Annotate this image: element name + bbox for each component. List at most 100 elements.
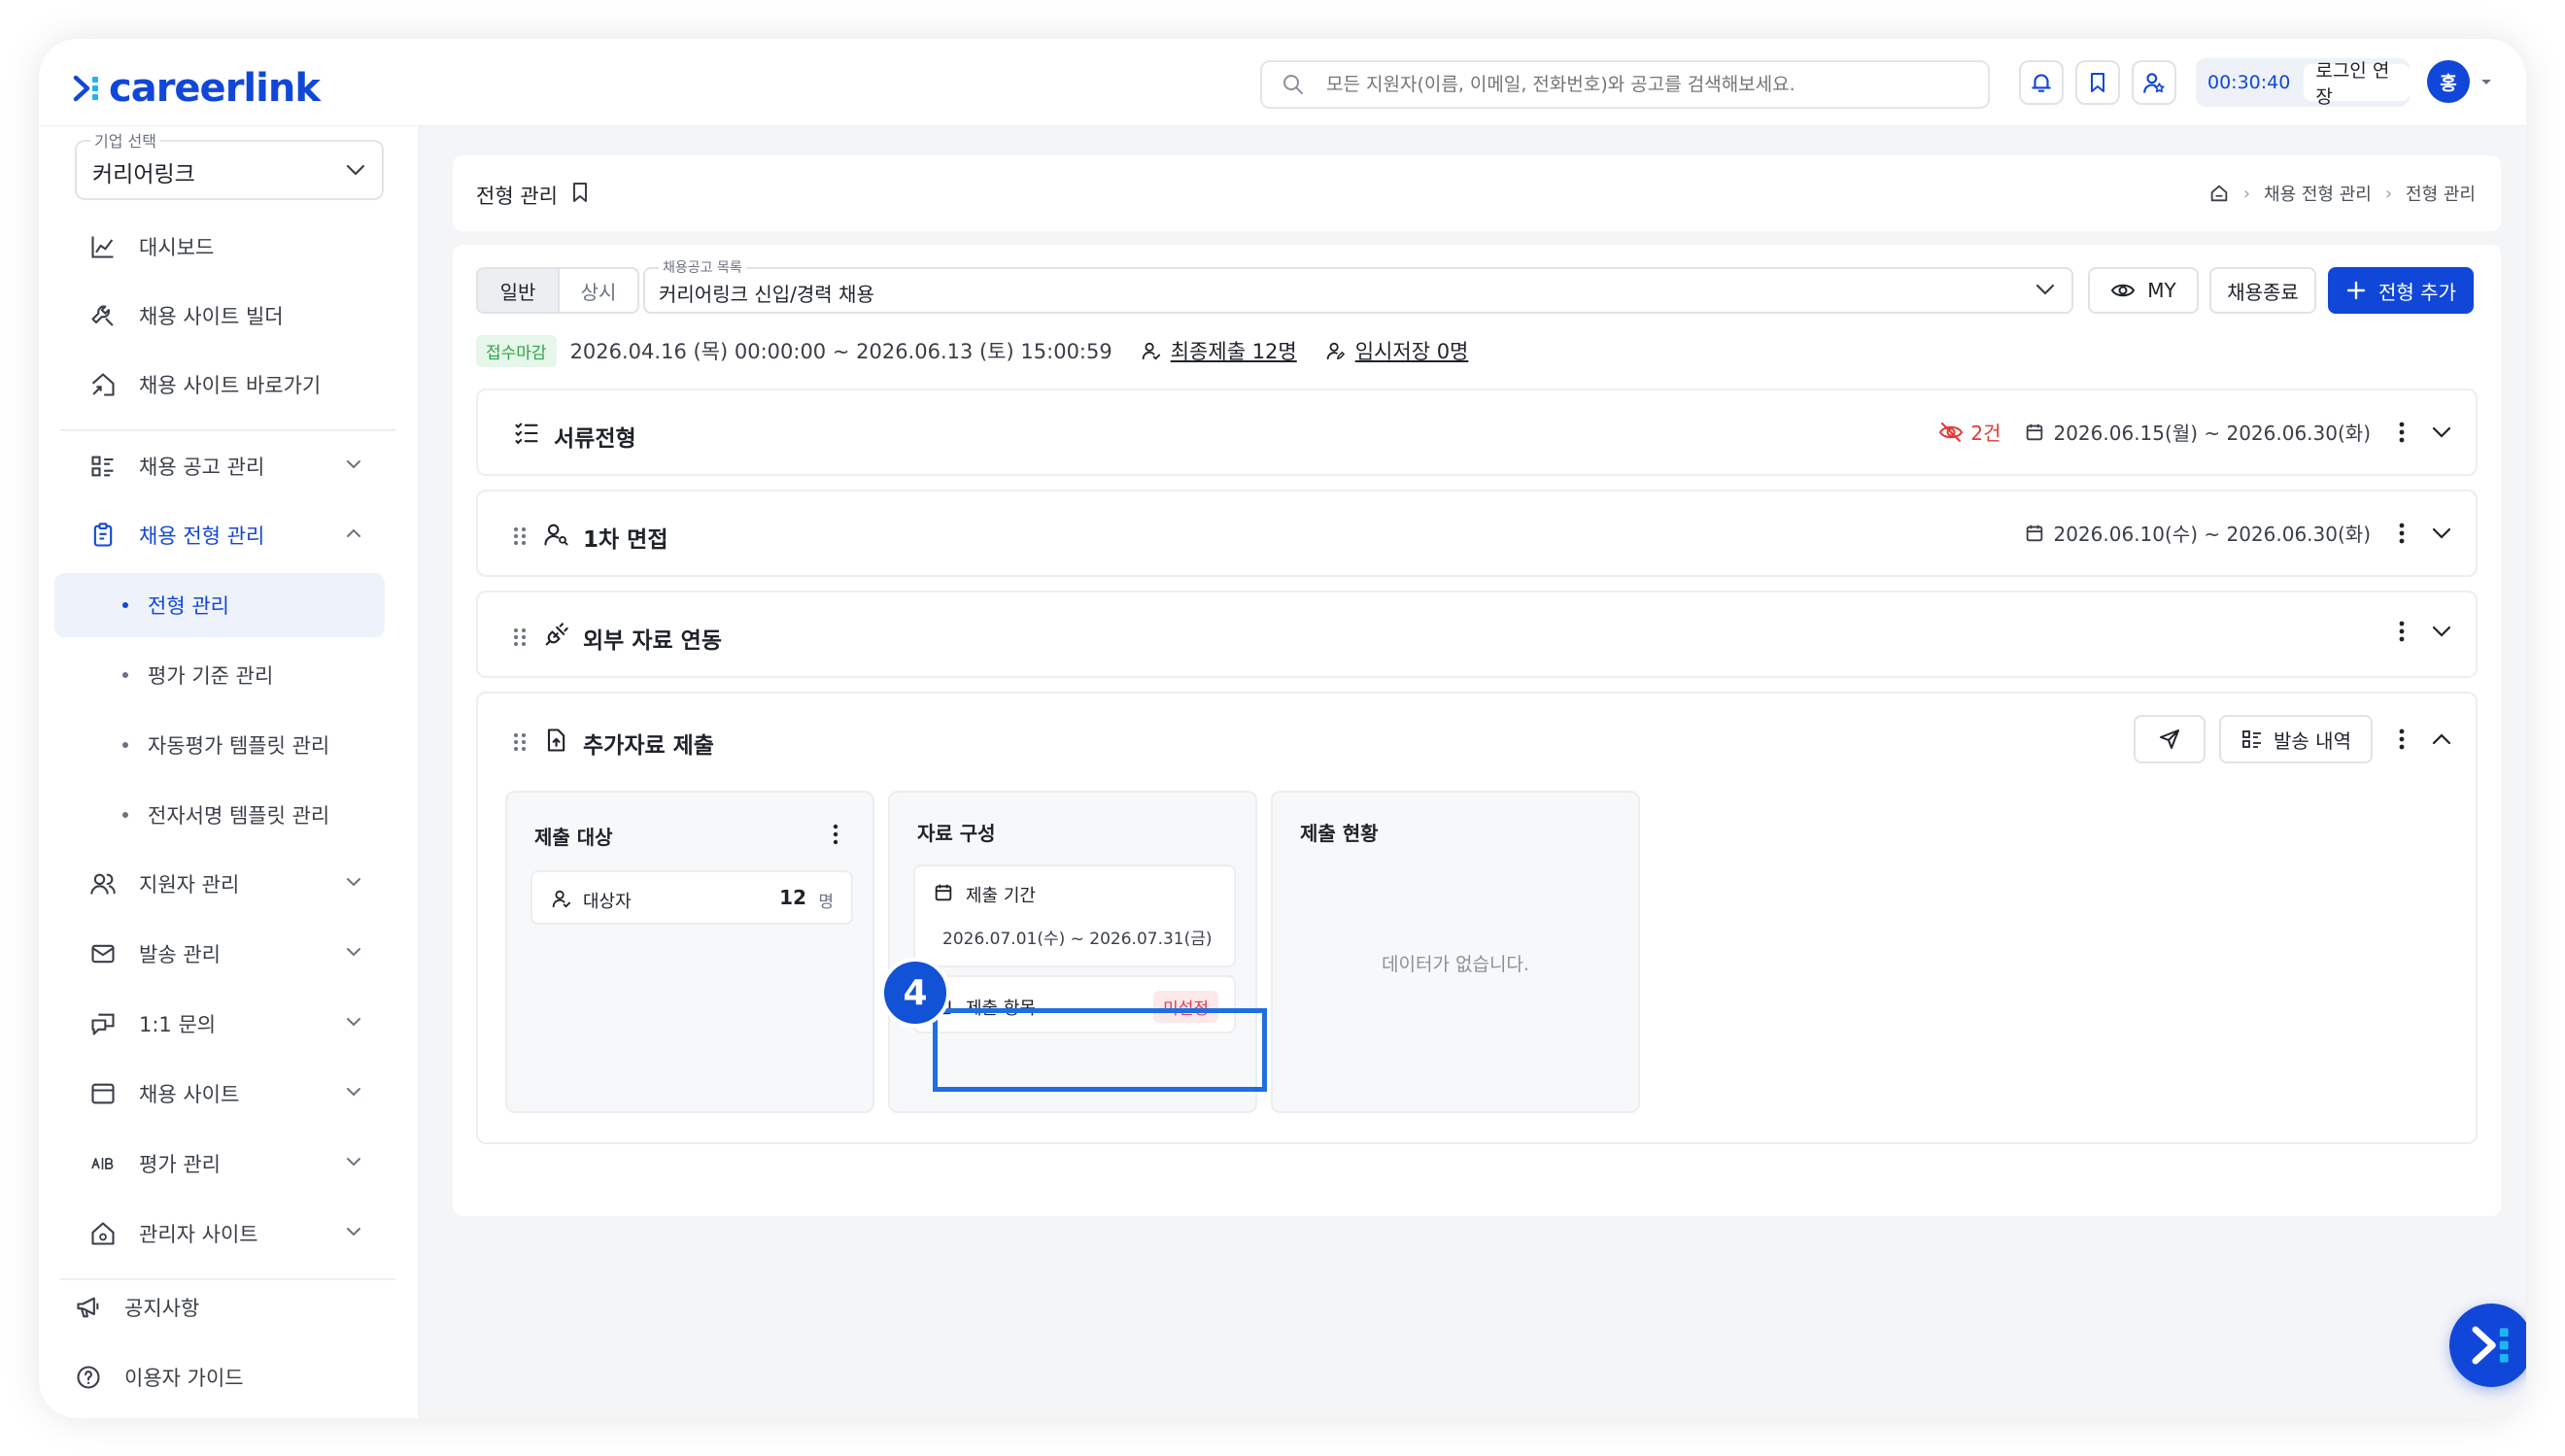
bullet-dot — [122, 672, 128, 678]
bookmark-icon[interactable] — [569, 181, 591, 204]
stage-document-screening[interactable]: 서류전형 2건 2026.06.15(월) ~ 2026.06.30(화) — [476, 389, 2478, 476]
user-settings-button[interactable] — [2132, 60, 2176, 105]
caret-down-icon[interactable] — [2480, 78, 2493, 87]
sidebar: 기업 선택 커리어링크 대시보드 채용 사이트 빌더 채용 사이트 바로가기 채… — [39, 126, 418, 1418]
bookmark-button[interactable] — [2075, 60, 2120, 105]
target-row[interactable]: 대상자 12 명 — [530, 870, 853, 925]
send-icon — [2160, 729, 2179, 749]
plus-icon — [2346, 281, 2366, 300]
sidebar-item-job-posting[interactable]: 채용 공고 관리 — [75, 437, 384, 495]
sidebar-item-notice[interactable]: 공지사항 — [60, 1278, 369, 1337]
breadcrumb-item[interactable]: 채용 전형 관리 — [2264, 181, 2372, 206]
temp-save-link[interactable]: 임시저장 0명 — [1324, 336, 1468, 365]
tools-icon — [86, 299, 120, 332]
sidebar-item-site-builder[interactable]: 채용 사이트 빌더 — [75, 287, 384, 345]
tab-general[interactable]: 일반 — [478, 269, 558, 312]
sidebar-item-inquiry[interactable]: 1:1 문의 — [75, 995, 384, 1053]
sidebar-subitem-screening-manage[interactable]: 전형 관리 — [54, 573, 385, 637]
logo[interactable]: careerlink — [70, 66, 321, 111]
send-history-button[interactable]: 발송 내역 — [2219, 715, 2373, 763]
notification-button[interactable] — [2019, 60, 2064, 105]
floating-chat-button[interactable] — [2449, 1304, 2526, 1387]
sidebar-subitem-esign-template[interactable]: 전자서명 템플릿 관리 — [54, 783, 385, 847]
chevron-down-icon[interactable] — [2431, 526, 2452, 540]
my-filter-label: MY — [2147, 279, 2176, 302]
logo-text: careerlink — [109, 66, 321, 111]
global-search[interactable] — [1260, 60, 1990, 109]
chevron-up-icon[interactable] — [2431, 732, 2452, 746]
send-button[interactable] — [2134, 715, 2206, 763]
user-icon — [552, 890, 571, 908]
drag-handle-icon[interactable] — [513, 627, 527, 647]
home-icon[interactable] — [2208, 183, 2230, 204]
sidebar-item-label: 평가 관리 — [139, 1153, 221, 1176]
ab-icon — [86, 1147, 120, 1180]
sidebar-item-label: 채용 사이트 빌더 — [139, 305, 284, 328]
chevron-down-icon[interactable] — [2431, 425, 2452, 439]
home-link-icon — [86, 368, 120, 401]
stage-first-interview[interactable]: 1차 면접 2026.06.10(수) ~ 2026.06.30(화) — [476, 490, 2478, 577]
help-circle-icon — [72, 1361, 105, 1394]
list-icon — [2242, 730, 2262, 748]
app-frame: careerlink 모든 지원자(이름, 이메일, 전화번호)와 공고를 검색… — [39, 39, 2526, 1418]
bullet-dot — [122, 812, 128, 818]
extend-login-button[interactable]: 로그인 연장 — [2304, 60, 2410, 108]
more-vertical-icon[interactable] — [2398, 728, 2406, 751]
sidebar-item-dashboard[interactable]: 대시보드 — [75, 218, 384, 276]
tab-always[interactable]: 상시 — [558, 269, 637, 312]
breadcrumb-item[interactable]: 전형 관리 — [2406, 181, 2476, 206]
more-vertical-icon[interactable] — [832, 824, 839, 845]
final-submit-count: 최종제출 12명 — [1170, 340, 1297, 363]
stage-meta: 2026.06.10(수) ~ 2026.06.30(화) — [2024, 519, 2452, 547]
stage-additional-submission: 추가자료 제출 발송 내역 제출 대상 대상자 12 명 자료 구성 제출 기간… — [476, 692, 2478, 1144]
more-vertical-icon[interactable] — [2398, 522, 2406, 545]
submission-period-card[interactable]: 제출 기간 2026.07.01(수) ~ 2026.07.31(금) — [913, 864, 1236, 967]
close-recruitment-button[interactable]: 채용종료 — [2209, 267, 2316, 314]
window-icon — [86, 1077, 120, 1110]
sidebar-subitem-criteria[interactable]: 평가 기준 관리 — [54, 643, 385, 707]
avatar[interactable]: 홍 — [2427, 60, 2470, 103]
calendar-icon — [935, 884, 952, 901]
sidebar-item-site-shortcut[interactable]: 채용 사이트 바로가기 — [75, 356, 384, 414]
sidebar-item-admin-site[interactable]: 관리자 사이트 — [75, 1204, 384, 1263]
company-select-label: 기업 선택 — [90, 128, 160, 152]
final-submit-link[interactable]: 최종제출 12명 — [1140, 336, 1297, 365]
chat-icon — [86, 1007, 120, 1040]
sidebar-item-screening[interactable]: 채용 전형 관리 — [75, 506, 384, 564]
hidden-applicants-count[interactable]: 2건 — [1937, 418, 2001, 446]
hidden-count-text: 2건 — [1970, 422, 2001, 445]
chevron-down-icon — [347, 1158, 360, 1167]
status-badge: 접수마감 — [476, 334, 557, 367]
drag-handle-icon[interactable] — [513, 732, 527, 752]
search-input[interactable] — [1326, 74, 1948, 95]
company-select[interactable]: 기업 선택 커리어링크 — [75, 128, 384, 200]
target-count: 12 — [779, 886, 806, 909]
stage-meta: 발송 내역 — [2134, 715, 2452, 763]
sidebar-item-label: 공지사항 — [124, 1297, 200, 1320]
sidebar-item-applicants[interactable]: 지원자 관리 — [75, 855, 384, 913]
chevron-down-icon[interactable] — [2431, 625, 2452, 638]
company-select-value: 커리어링크 — [92, 162, 195, 187]
sidebar-item-evaluation[interactable]: 평가 관리 — [75, 1134, 384, 1193]
bell-icon — [2032, 74, 2051, 92]
drag-handle-icon[interactable] — [513, 526, 527, 546]
sidebar-item-user-guide[interactable]: 이용자 가이드 — [60, 1348, 369, 1406]
add-stage-button[interactable]: 전형 추가 — [2328, 267, 2474, 314]
job-posting-select[interactable]: 채용공고 목록 커리어링크 신입/경력 채용 — [643, 257, 2073, 314]
user-icon — [1142, 342, 1160, 360]
sidebar-item-label: 대시보드 — [139, 236, 215, 259]
sidebar-item-recruit-site[interactable]: 채용 사이트 — [75, 1065, 384, 1123]
recruitment-period: 2026.04.16 (목) 00:00:00 ~ 2026.06.13 (토)… — [569, 340, 1112, 363]
sidebar-item-sending[interactable]: 발송 관리 — [75, 925, 384, 983]
chevron-right-icon: › — [2384, 183, 2393, 204]
sidebar-item-label: 채용 전형 관리 — [139, 525, 265, 548]
more-vertical-icon[interactable] — [2398, 620, 2406, 643]
my-filter-button[interactable]: MY — [2088, 267, 2199, 314]
sidebar-item-label: 1:1 문의 — [139, 1013, 217, 1036]
sidebar-subitem-auto-eval-template[interactable]: 자동평가 템플릿 관리 — [54, 713, 385, 777]
more-vertical-icon[interactable] — [2398, 421, 2406, 444]
checklist-icon — [515, 423, 538, 445]
bookmark-icon — [2091, 73, 2104, 92]
recruitment-status-row: 접수마감 2026.04.16 (목) 00:00:00 ~ 2026.06.1… — [476, 334, 1468, 367]
stage-external-data[interactable]: 외부 자료 연동 — [476, 591, 2478, 678]
